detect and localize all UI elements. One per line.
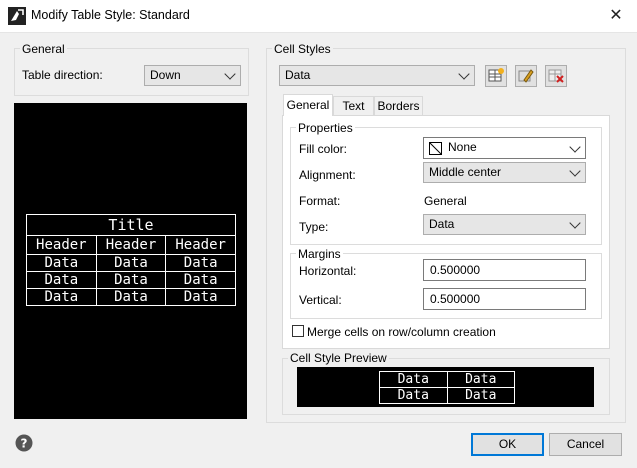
preview-title-cell: Title bbox=[26, 214, 236, 236]
no-fill-icon bbox=[429, 142, 442, 155]
help-icon[interactable]: ? bbox=[15, 434, 33, 452]
table-direction-select[interactable]: Down bbox=[144, 65, 241, 86]
format-value[interactable]: General bbox=[424, 194, 467, 208]
preview-table: Title Header Header Header Data Data Dat… bbox=[26, 214, 236, 306]
format-label: Format: bbox=[299, 194, 341, 208]
preview-data-cell: Data bbox=[165, 271, 236, 289]
table-direction-label: Table direction: bbox=[22, 68, 103, 82]
fill-color-select[interactable]: None bbox=[423, 137, 586, 159]
cell-style-select[interactable]: Data bbox=[279, 65, 475, 86]
alignment-value: Middle center bbox=[429, 165, 502, 179]
general-group-label: General bbox=[20, 42, 67, 56]
horizontal-margin-label: Horizontal: bbox=[299, 264, 357, 278]
type-label: Type: bbox=[299, 220, 329, 234]
margins-group-label: Margins bbox=[296, 247, 343, 261]
delete-cell-style-button[interactable] bbox=[545, 65, 567, 87]
preview-header-cell: Header bbox=[95, 235, 167, 255]
delete-style-icon bbox=[548, 69, 564, 83]
preview-data-cell: Data bbox=[95, 271, 167, 289]
cell-preview-data: Data bbox=[446, 371, 515, 388]
chevron-down-icon bbox=[569, 165, 581, 177]
fill-color-value: None bbox=[448, 140, 477, 154]
create-cell-style-button[interactable] bbox=[485, 65, 507, 87]
horizontal-margin-input[interactable]: 0.500000 bbox=[423, 259, 586, 281]
merge-cells-checkbox[interactable] bbox=[292, 325, 304, 337]
preview-data-cell: Data bbox=[95, 288, 167, 306]
cell-preview-data: Data bbox=[379, 371, 448, 388]
chevron-down-icon bbox=[458, 68, 470, 80]
manage-cell-styles-button[interactable] bbox=[515, 65, 537, 87]
vertical-margin-input[interactable]: 0.500000 bbox=[423, 288, 586, 310]
chevron-down-icon bbox=[569, 141, 581, 153]
fill-color-label: Fill color: bbox=[299, 142, 348, 156]
type-value: Data bbox=[429, 217, 455, 231]
chevron-down-icon bbox=[224, 68, 236, 80]
table-direction-value: Down bbox=[150, 68, 181, 82]
preview-data-cell: Data bbox=[26, 288, 97, 306]
alignment-label: Alignment: bbox=[299, 168, 356, 182]
vertical-margin-label: Vertical: bbox=[299, 293, 342, 307]
preview-header-cell: Header bbox=[26, 235, 97, 255]
tab-text[interactable]: Text bbox=[333, 96, 374, 116]
preview-data-cell: Data bbox=[95, 254, 167, 272]
preview-data-cell: Data bbox=[26, 271, 97, 289]
svg-text:?: ? bbox=[21, 437, 28, 451]
ok-button[interactable]: OK bbox=[471, 433, 544, 456]
cell-preview-data: Data bbox=[446, 387, 515, 404]
type-select[interactable]: Data bbox=[423, 214, 586, 235]
new-style-icon bbox=[488, 68, 504, 82]
edit-style-icon bbox=[518, 69, 534, 83]
preview-data-cell: Data bbox=[165, 254, 236, 272]
window-title: Modify Table Style: Standard bbox=[31, 8, 190, 22]
preview-header-cell: Header bbox=[165, 235, 236, 255]
cell-preview-table: Data Data Data Data bbox=[379, 371, 515, 404]
cell-style-preview: Data Data Data Data bbox=[297, 367, 594, 407]
merge-cells-label[interactable]: Merge cells on row/column creation bbox=[307, 325, 496, 339]
app-icon bbox=[8, 7, 26, 25]
close-icon[interactable]: ✕ bbox=[600, 3, 632, 29]
tab-general[interactable]: General bbox=[283, 94, 333, 116]
table-style-preview: Title Header Header Header Data Data Dat… bbox=[14, 103, 247, 419]
cell-styles-group-label: Cell Styles bbox=[272, 42, 333, 56]
preview-data-cell: Data bbox=[165, 288, 236, 306]
cell-preview-data: Data bbox=[379, 387, 448, 404]
chevron-down-icon bbox=[569, 217, 581, 229]
tab-borders[interactable]: Borders bbox=[374, 96, 423, 116]
cell-style-preview-label: Cell Style Preview bbox=[288, 351, 389, 365]
properties-group-label: Properties bbox=[296, 121, 355, 135]
cell-style-value: Data bbox=[285, 68, 311, 82]
cancel-button[interactable]: Cancel bbox=[549, 433, 622, 456]
alignment-select[interactable]: Middle center bbox=[423, 162, 586, 183]
preview-data-cell: Data bbox=[26, 254, 97, 272]
